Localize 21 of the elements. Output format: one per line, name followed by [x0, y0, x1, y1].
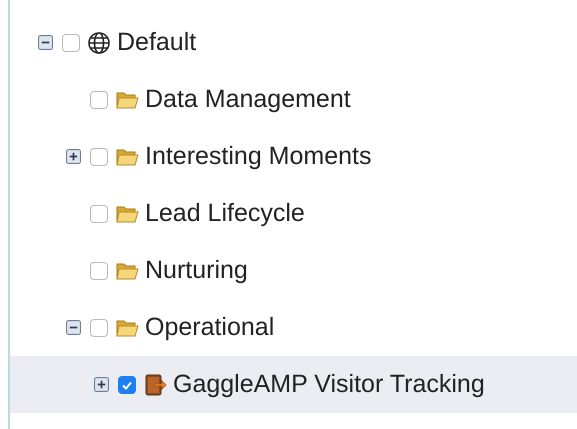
tree-item-label[interactable]: GaggleAMP Visitor Tracking — [173, 370, 485, 399]
tree-item-label[interactable]: Default — [117, 28, 196, 57]
tree-item-label[interactable]: Data Management — [145, 85, 351, 114]
expand-icon[interactable] — [94, 377, 109, 392]
collapse-icon[interactable] — [38, 35, 53, 50]
checkbox[interactable] — [90, 90, 108, 108]
checkbox[interactable] — [90, 204, 108, 222]
globe-icon — [87, 30, 111, 54]
expand-icon[interactable] — [66, 149, 81, 164]
tree-item-label[interactable]: Interesting Moments — [145, 142, 372, 171]
selected-row[interactable]: GaggleAMP Visitor Tracking — [10, 356, 577, 413]
program-icon — [143, 372, 167, 396]
collapse-icon[interactable] — [66, 320, 81, 335]
checkbox[interactable] — [90, 148, 108, 166]
tree-item-label[interactable]: Lead Lifecycle — [145, 199, 305, 228]
checkbox[interactable] — [118, 376, 136, 394]
checkbox[interactable] — [90, 318, 108, 336]
tree-item-label[interactable]: Operational — [145, 313, 274, 342]
checkbox[interactable] — [62, 34, 80, 52]
tree-item-label[interactable]: Nurturing — [145, 256, 248, 285]
checkbox[interactable] — [90, 262, 108, 280]
